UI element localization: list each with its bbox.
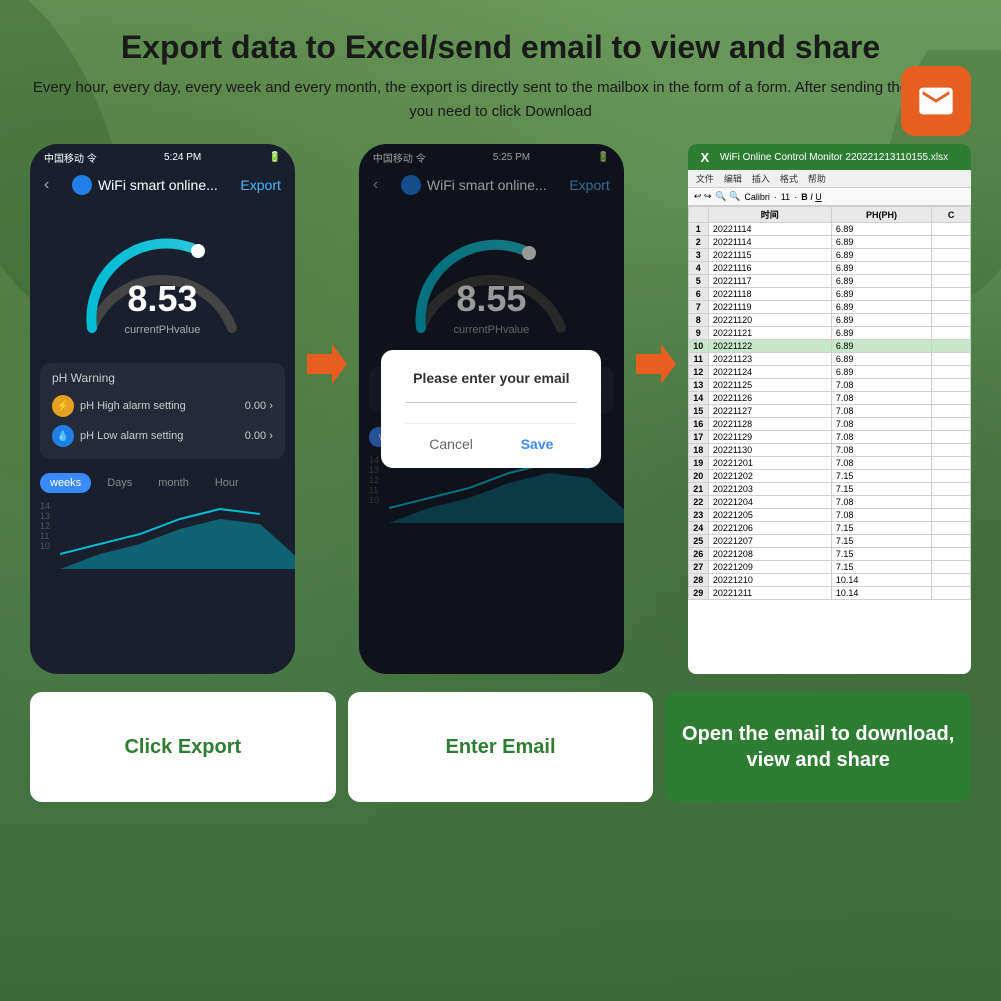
- tab-hour[interactable]: Hour: [205, 473, 249, 493]
- table-row: 1202211146.89: [688, 223, 970, 236]
- table-row: 16202211287.08: [688, 418, 970, 431]
- table-row: 26202212087.15: [688, 548, 970, 561]
- excel-title-bar: X WiFi Online Control Monitor 2202212131…: [688, 144, 971, 170]
- excel-toolbar: ↩ ↪ 🔍 🔍 Calibri · 11 · B I U: [688, 188, 971, 206]
- table-row: 23202212057.08: [688, 509, 970, 522]
- table-row: 3202211156.89: [688, 249, 970, 262]
- table-row: 282022121010.14: [688, 574, 970, 587]
- table-row: 17202211297.08: [688, 431, 970, 444]
- warning-orange-dot: ⚡: [52, 395, 74, 417]
- table-row: 11202211236.89: [688, 353, 970, 366]
- table-row: 14202211267.08: [688, 392, 970, 405]
- table-row: 2202211146.89: [688, 236, 970, 249]
- page-header: Export data to Excel/send email to view …: [30, 28, 971, 124]
- table-row: 24202212067.15: [688, 522, 970, 535]
- warning-high: ⚡ pH High alarm setting 0.00 ›: [52, 391, 273, 421]
- table-row: 8202211206.89: [688, 314, 970, 327]
- table-row: 27202212097.15: [688, 561, 970, 574]
- phone2-mockup: 中国移动 令 5:25 PM 🔋 ‹ WiFi smart online... …: [359, 144, 624, 674]
- table-row: 7202211196.89: [688, 301, 970, 314]
- table-row: 13202211257.08: [688, 379, 970, 392]
- email-dialog: Please enter your email Cancel Save: [381, 350, 601, 468]
- card-enter-email: Enter Email: [348, 692, 654, 802]
- chart-svg-1: [60, 504, 295, 569]
- dialog-buttons: Cancel Save: [405, 423, 577, 452]
- table-row: 20202212027.15: [688, 470, 970, 483]
- excel-grid: 时间 PH(PH) C 1202211146.892202211146.8932…: [688, 206, 971, 600]
- table-row: 19202212017.08: [688, 457, 970, 470]
- table-row: 15202211277.08: [688, 405, 970, 418]
- table-row: 10202211226.89: [688, 340, 970, 353]
- tab-days[interactable]: Days: [97, 473, 142, 493]
- page-title: Export data to Excel/send email to view …: [30, 28, 971, 66]
- excel-x-icon: X: [696, 148, 714, 166]
- warning-low: 💧 pH Low alarm setting 0.00 ›: [52, 421, 273, 451]
- cancel-button[interactable]: Cancel: [429, 436, 473, 452]
- tab-month[interactable]: month: [148, 473, 199, 493]
- page-subtitle: Every hour, every day, every week and ev…: [30, 76, 971, 124]
- table-row: 6202211186.89: [688, 288, 970, 301]
- phone1-mockup: 中国移动 令 5:24 PM 🔋 ‹ WiFi smart online... …: [30, 144, 295, 674]
- table-row: 22202212047.08: [688, 496, 970, 509]
- back-icon: ‹: [44, 176, 49, 194]
- phone1-tabs: weeks Days month Hour: [30, 467, 295, 499]
- email-dialog-overlay: Please enter your email Cancel Save: [359, 144, 624, 674]
- arrow-2: [636, 344, 676, 384]
- table-row: 18202211307.08: [688, 444, 970, 457]
- arrow-1: [307, 344, 347, 384]
- table-row: 292022121110.14: [688, 587, 970, 600]
- excel-mockup: X WiFi Online Control Monitor 2202212131…: [688, 144, 971, 674]
- table-row: 9202211216.89: [688, 327, 970, 340]
- table-row: 5202211176.89: [688, 275, 970, 288]
- phone1-chart: 1413121110: [30, 499, 295, 569]
- save-button[interactable]: Save: [521, 436, 554, 452]
- card-click-export: Click Export: [30, 692, 336, 802]
- table-row: 12202211246.89: [688, 366, 970, 379]
- table-row: 21202212037.15: [688, 483, 970, 496]
- dialog-title: Please enter your email: [405, 370, 577, 386]
- table-row: 4202211166.89: [688, 262, 970, 275]
- tab-weeks[interactable]: weeks: [40, 473, 91, 493]
- email-icon: [901, 66, 971, 136]
- phone1-warning: pH Warning ⚡ pH High alarm setting 0.00 …: [40, 363, 285, 459]
- email-input-line[interactable]: [405, 402, 577, 403]
- phones-row: 中国移动 令 5:24 PM 🔋 ‹ WiFi smart online... …: [30, 144, 971, 674]
- table-row: 25202212077.15: [688, 535, 970, 548]
- phone1-header: ‹ WiFi smart online... Export: [30, 171, 295, 203]
- warning-blue-dot: 💧: [52, 425, 74, 447]
- excel-menu-bar: 文件 编辑 插入 格式 帮助: [688, 170, 971, 188]
- bottom-cards: Click Export Enter Email Open the email …: [30, 692, 971, 802]
- card-open-email: Open the email to download, view and sha…: [665, 692, 971, 802]
- phone1-status-bar: 中国移动 令 5:24 PM 🔋: [30, 144, 295, 171]
- phone1-gauge: 8.53 currentPHvalue: [30, 203, 295, 363]
- app-icon: [72, 175, 92, 195]
